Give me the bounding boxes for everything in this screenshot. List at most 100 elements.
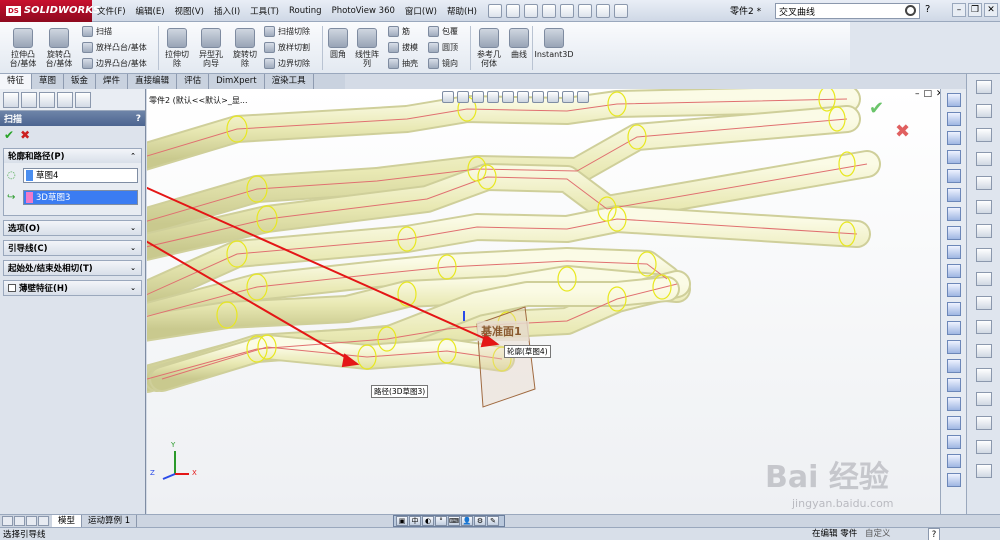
tab-motion-study[interactable]: 运动算例 1 — [82, 514, 138, 528]
pan-icon[interactable] — [975, 296, 992, 310]
minimize-icon[interactable]: – — [952, 3, 966, 17]
path-callout[interactable]: 路径(3D草图3) — [371, 385, 429, 398]
dimxpert-manager-icon[interactable] — [57, 92, 73, 108]
back-view-icon[interactable] — [946, 112, 961, 126]
feature-tree-flyout[interactable]: 零件2 (默认<<默认>_显... — [149, 95, 248, 106]
profile-callout[interactable]: 轮廓(草图4) — [504, 345, 551, 358]
save-icon[interactable] — [523, 3, 538, 18]
units-custom[interactable]: 自定义 — [865, 528, 891, 540]
rib-button[interactable]: 筋 — [388, 26, 410, 37]
trimetric-view-icon[interactable] — [946, 226, 961, 240]
print-icon[interactable] — [541, 3, 556, 18]
relations-icon[interactable] — [946, 321, 961, 335]
tab-dimxpert[interactable]: DimXpert — [209, 74, 265, 89]
undo-icon[interactable] — [559, 3, 574, 18]
new-file-icon[interactable] — [487, 3, 502, 18]
trim-icon[interactable] — [946, 378, 961, 392]
revolve-cut-button[interactable]: 旋转切 除 — [230, 28, 260, 68]
options-icon[interactable] — [975, 392, 992, 406]
menu-edit[interactable]: 编辑(E) — [131, 5, 170, 17]
dimetric-view-icon[interactable] — [946, 245, 961, 259]
options-icon[interactable] — [613, 3, 628, 18]
settings-icon[interactable] — [975, 440, 992, 454]
lofted-cut-button[interactable]: 放样切割 — [264, 42, 310, 53]
appearances-icon[interactable] — [975, 176, 992, 190]
profile-selection-box[interactable]: 草图4 — [23, 167, 138, 183]
pattern-icon[interactable] — [946, 435, 961, 449]
path-selection-box[interactable]: 3D草图3 — [23, 189, 138, 205]
tab-weldments[interactable]: 焊件 — [96, 74, 129, 89]
draft-button[interactable]: 拔模 — [388, 42, 418, 53]
restore-icon[interactable]: □ — [924, 89, 933, 99]
bottom-view-icon[interactable] — [946, 188, 961, 202]
smart-dimension-icon[interactable] — [946, 340, 961, 354]
display-style-icon[interactable] — [517, 91, 529, 103]
tangency-header[interactable]: 起始处/结束处相切(T) ⌄ — [4, 261, 141, 275]
zoom-icon[interactable] — [975, 248, 992, 262]
tab-model[interactable]: 模型 — [52, 514, 83, 528]
hide-show-icon[interactable] — [532, 91, 544, 103]
zoom-area-icon[interactable] — [457, 91, 469, 103]
convert-entities-icon[interactable] — [946, 359, 961, 373]
user-icon[interactable]: 👤 — [461, 516, 473, 526]
mass-properties-icon[interactable] — [975, 344, 992, 358]
keyboard-icon[interactable]: ⌨ — [448, 516, 460, 526]
menu-insert[interactable]: 插入(I) — [209, 5, 245, 17]
first-tab-icon[interactable] — [2, 516, 13, 526]
apply-scene-icon[interactable] — [562, 91, 574, 103]
custom-properties-icon[interactable] — [975, 200, 992, 214]
fillet-button[interactable]: 圆角 — [326, 28, 350, 59]
next-tab-icon[interactable] — [26, 516, 37, 526]
menu-routing[interactable]: Routing — [284, 6, 327, 16]
wrap-button[interactable]: 包覆 — [428, 26, 458, 37]
menu-view[interactable]: 视图(V) — [170, 5, 209, 17]
previous-view-icon[interactable] — [472, 91, 484, 103]
language-icon[interactable]: 中 — [409, 516, 421, 526]
revolve-boss-button[interactable]: 旋转凸 台/基体 — [42, 28, 76, 68]
linear-pattern-button[interactable]: 线性阵 列 — [352, 28, 382, 68]
view-settings-icon[interactable] — [577, 91, 589, 103]
open-file-icon[interactable] — [505, 3, 520, 18]
boundary-cut-button[interactable]: 边界切除 — [264, 58, 310, 69]
design-library-icon[interactable] — [975, 104, 992, 118]
menu-help[interactable]: 帮助(H) — [442, 5, 482, 17]
configuration-manager-icon[interactable] — [39, 92, 55, 108]
profile-path-header[interactable]: 轮廓和路径(P) ⌃ — [4, 149, 141, 163]
tab-render-tools[interactable]: 渲染工具 — [265, 74, 314, 89]
normal-to-icon[interactable] — [946, 264, 961, 278]
graphics-area[interactable]: ✔ ✖ 零件2 (默认<<默认>_显... – □ ✕ 基准面1 轮廓(草图4)… — [147, 89, 940, 514]
spline-tools-icon[interactable] — [946, 302, 961, 316]
tab-evaluate[interactable]: 评估 — [177, 74, 210, 89]
expand-icon[interactable]: ⌄ — [130, 284, 136, 292]
settings-icon[interactable]: ✎ — [487, 516, 499, 526]
front-view-icon[interactable] — [946, 93, 961, 107]
status-help-button[interactable]: ? — [928, 528, 940, 540]
cancel-x-icon[interactable]: ✖ — [20, 128, 30, 142]
shell-button[interactable]: 抽壳 — [388, 58, 418, 69]
solidworks-logo[interactable]: DS SOLIDWORKS — [0, 0, 100, 22]
options-header[interactable]: 选项(O) ⌄ — [4, 221, 141, 235]
curves-button[interactable]: 曲线 — [506, 28, 532, 59]
restore-icon[interactable]: ❐ — [968, 3, 982, 17]
boundary-boss-button[interactable]: 边界凸台/基体 — [82, 58, 147, 69]
move-icon[interactable] — [946, 454, 961, 468]
expand-icon[interactable]: ⌄ — [130, 224, 136, 232]
mirror-button[interactable]: 镜向 — [428, 58, 458, 69]
pm-help-button[interactable]: ? — [136, 114, 141, 124]
close-icon[interactable]: ✕ — [984, 3, 998, 17]
extrude-cut-button[interactable]: 拉伸切 除 — [162, 28, 192, 68]
display-manager-icon[interactable] — [75, 92, 91, 108]
expand-icon[interactable]: ⌄ — [130, 244, 136, 252]
dome-button[interactable]: 圆顶 — [428, 42, 458, 53]
tab-sheet-metal[interactable]: 钣金 — [64, 74, 97, 89]
reference-geometry-button[interactable]: 参考几 何体 — [474, 28, 504, 68]
expand-icon[interactable]: ⌄ — [130, 264, 136, 272]
help-button[interactable]: ? — [925, 4, 930, 15]
right-view-icon[interactable] — [946, 150, 961, 164]
loft-button[interactable]: 放样凸台/基体 — [82, 42, 147, 53]
tools-icon[interactable] — [975, 368, 992, 382]
section-view-icon[interactable] — [487, 91, 499, 103]
offset-icon[interactable] — [946, 397, 961, 411]
edit-appearance-icon[interactable] — [547, 91, 559, 103]
solidworks-resources-icon[interactable] — [975, 80, 992, 94]
